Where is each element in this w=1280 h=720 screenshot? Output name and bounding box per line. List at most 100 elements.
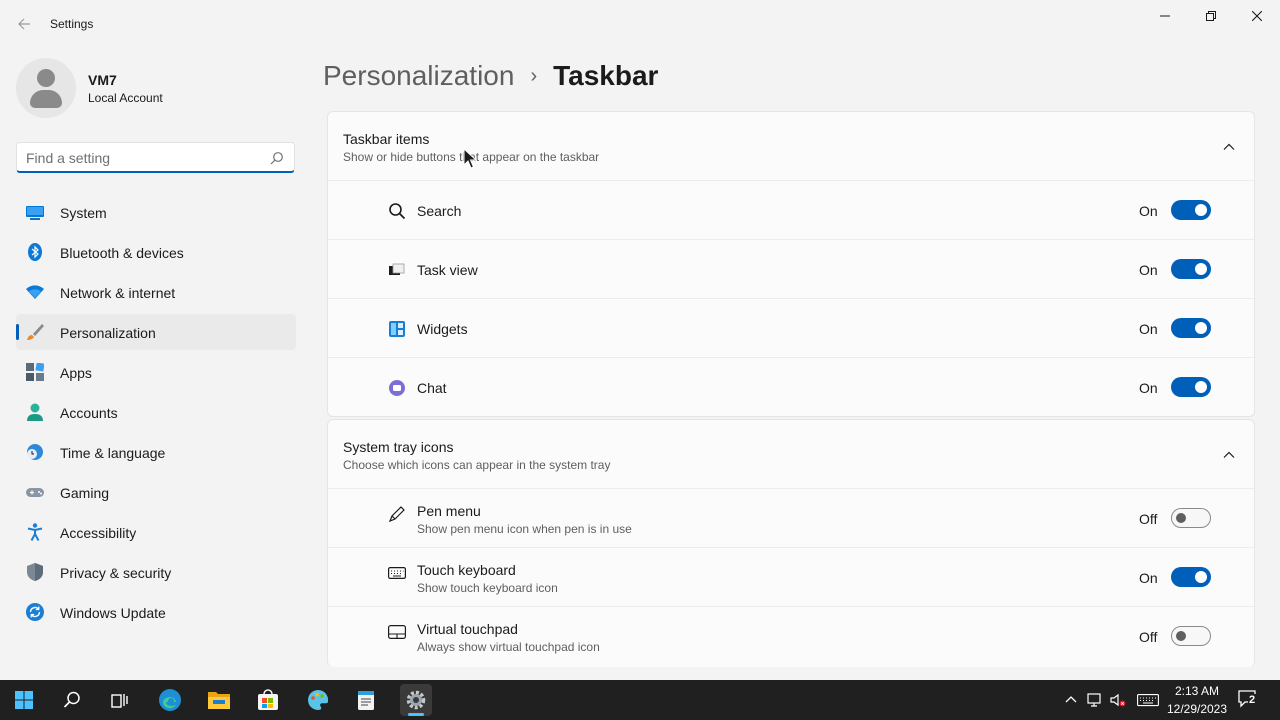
user-avatar-icon[interactable] — [16, 58, 76, 118]
sidebar-item-label: Network & internet — [60, 285, 176, 301]
sidebar-item-label: Accessibility — [60, 525, 137, 541]
keyboard-icon[interactable] — [1137, 692, 1159, 708]
windows-update-icon — [26, 603, 44, 621]
virtual-touchpad-setting-row: Virtual touchpad Always show virtual tou… — [328, 606, 1254, 665]
taskbar-clock-date[interactable]: 12/29/2023 — [1162, 702, 1232, 716]
wifi-icon — [26, 285, 44, 299]
notepad-icon — [358, 691, 374, 710]
virtual-touchpad-toggle[interactable] — [1171, 626, 1211, 646]
sidebar-item-apps[interactable]: Apps — [16, 354, 296, 390]
taskbar-notepad-button[interactable] — [350, 684, 382, 716]
task-view-setting-row: Task view On — [328, 239, 1254, 298]
search-toggle[interactable] — [1171, 200, 1211, 220]
section-title: System tray icons — [343, 439, 454, 455]
taskbar-clock-time[interactable]: 2:13 AM — [1172, 684, 1222, 698]
settings-search-input[interactable] — [26, 148, 256, 168]
pen-menu-toggle[interactable] — [1171, 508, 1211, 528]
close-button[interactable] — [1234, 0, 1280, 32]
user-name: VM7 — [88, 72, 117, 88]
chevron-up-icon[interactable] — [1222, 448, 1236, 462]
sidebar-item-label: Privacy & security — [60, 565, 172, 581]
search-icon — [63, 691, 80, 708]
sidebar-item-privacy-security[interactable]: Privacy & security — [16, 554, 296, 590]
toggle-state: On — [1139, 262, 1158, 278]
sidebar-item-windows-update[interactable]: Windows Update — [16, 594, 296, 630]
sidebar-item-label: System — [60, 205, 107, 221]
edge-icon — [159, 689, 181, 711]
gamepad-icon — [26, 488, 44, 497]
paintbrush-icon — [27, 324, 44, 340]
globe-clock-icon — [27, 444, 43, 460]
notification-center-button[interactable]: 2 — [1238, 690, 1260, 710]
setting-label: Pen menu — [417, 503, 481, 519]
chat-setting-row: Chat On — [328, 357, 1254, 416]
sidebar-item-system[interactable]: System — [16, 194, 296, 230]
apps-icon — [26, 363, 44, 381]
sidebar-item-network[interactable]: Network & internet — [16, 274, 296, 310]
sidebar-item-label: Windows Update — [60, 605, 166, 621]
chat-toggle[interactable] — [1171, 377, 1211, 397]
taskbar-file-explorer-button[interactable] — [203, 684, 235, 716]
back-button[interactable] — [10, 10, 38, 38]
widgets-toggle[interactable] — [1171, 318, 1211, 338]
touch-keyboard-toggle[interactable] — [1171, 567, 1211, 587]
taskbar-edge-button[interactable] — [154, 684, 186, 716]
setting-label: Chat — [417, 380, 447, 396]
taskbar-search-button[interactable] — [56, 684, 88, 716]
breadcrumb-parent[interactable]: Personalization — [323, 60, 514, 92]
breadcrumb-separator-icon: › — [530, 64, 538, 87]
sidebar-nav: System Bluetooth & devices Network & int… — [16, 194, 296, 634]
volume-muted-icon[interactable] — [1110, 692, 1126, 708]
section-title: Taskbar items — [343, 131, 430, 147]
sidebar-item-time-language[interactable]: Time & language — [16, 434, 296, 470]
taskbar-settings-button[interactable] — [400, 684, 432, 716]
search-icon[interactable] — [270, 151, 284, 165]
section-subtitle: Choose which icons can appear in the sys… — [343, 458, 611, 472]
minimize-icon — [1160, 15, 1170, 17]
toggle-state: On — [1139, 321, 1158, 337]
taskbar-store-button[interactable] — [252, 684, 284, 716]
taskbar-paint-button[interactable] — [302, 684, 334, 716]
sidebar-item-accounts[interactable]: Accounts — [16, 394, 296, 430]
setting-description: Show pen menu icon when pen is in use — [417, 522, 632, 536]
sidebar-item-label: Bluetooth & devices — [60, 245, 184, 261]
windows-start-icon — [15, 691, 33, 709]
close-icon — [1252, 11, 1262, 21]
avatar-head — [37, 69, 55, 87]
minimize-button[interactable] — [1142, 0, 1188, 32]
store-icon — [258, 689, 278, 710]
touch-keyboard-setting-row: Touch keyboard Show touch keyboard icon … — [328, 547, 1254, 606]
task-view-toggle[interactable] — [1171, 259, 1211, 279]
widgets-icon — [389, 321, 405, 337]
toggle-state: On — [1139, 570, 1158, 586]
account-type: Local Account — [88, 91, 163, 105]
network-icon[interactable] — [1087, 692, 1103, 708]
settings-search-box[interactable] — [16, 142, 295, 173]
touchpad-icon — [388, 624, 406, 640]
sidebar-item-accessibility[interactable]: Accessibility — [16, 514, 296, 550]
start-button[interactable] — [8, 684, 40, 716]
setting-label: Virtual touchpad — [417, 621, 518, 637]
taskbar-task-view-button[interactable] — [104, 684, 136, 716]
toggle-state: Off — [1139, 511, 1158, 527]
accessibility-icon — [27, 523, 43, 541]
settings-gear-icon — [406, 690, 426, 710]
maximize-button[interactable] — [1188, 0, 1234, 32]
pen-icon — [388, 506, 405, 523]
sidebar-item-bluetooth[interactable]: Bluetooth & devices — [16, 234, 296, 270]
back-arrow-icon — [18, 18, 30, 30]
avatar-body — [30, 90, 62, 108]
search-setting-row: Search On — [328, 180, 1254, 239]
system-tray-header[interactable]: System tray icons Choose which icons can… — [328, 420, 1254, 488]
sidebar-item-label: Accounts — [60, 405, 118, 421]
system-monitor-icon — [26, 206, 44, 220]
windows-taskbar — [0, 680, 1280, 720]
task-view-icon — [389, 263, 405, 275]
toggle-state: Off — [1139, 629, 1158, 645]
chevron-up-icon[interactable] — [1063, 692, 1079, 708]
chevron-up-icon[interactable] — [1222, 140, 1236, 154]
sidebar-item-personalization[interactable]: Personalization — [16, 314, 296, 350]
sidebar-item-label: Time & language — [60, 445, 166, 461]
setting-label: Widgets — [417, 321, 468, 337]
sidebar-item-gaming[interactable]: Gaming — [16, 474, 296, 510]
